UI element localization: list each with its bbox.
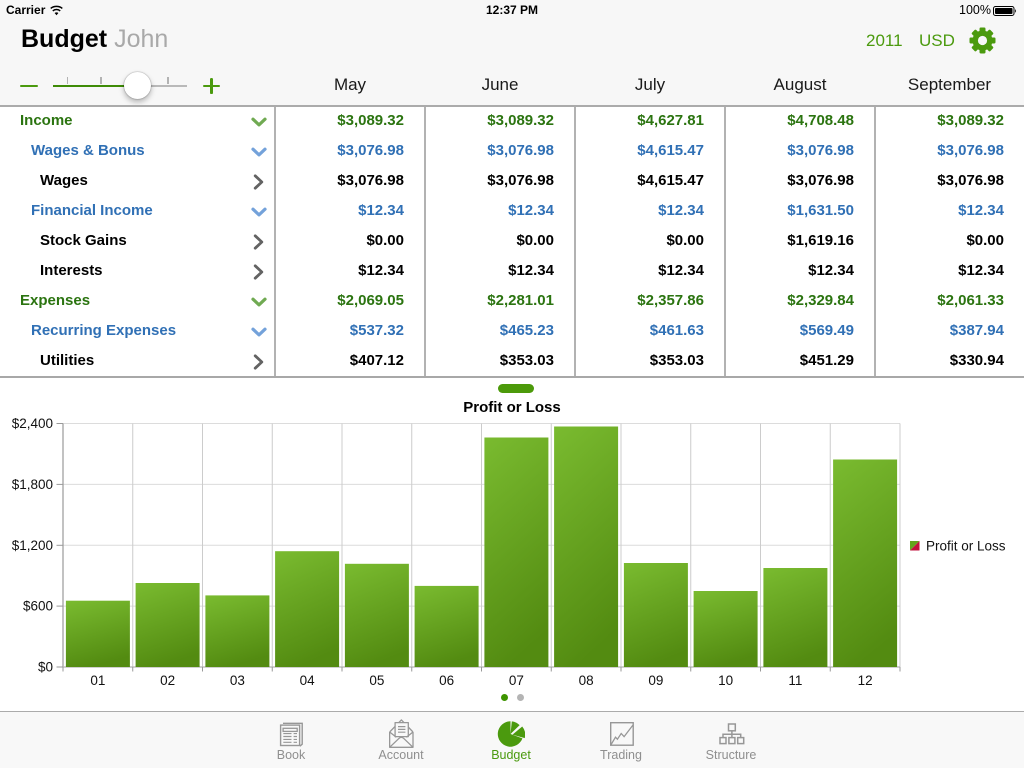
svg-text:05: 05	[369, 673, 384, 688]
svg-text:Profit or Loss: Profit or Loss	[926, 539, 1006, 554]
svg-text:02: 02	[160, 673, 175, 688]
svg-text:10: 10	[718, 673, 733, 688]
svg-text:$600: $600	[23, 599, 53, 614]
svg-text:$2,400: $2,400	[12, 416, 53, 431]
svg-text:09: 09	[648, 673, 663, 688]
svg-text:06: 06	[439, 673, 454, 688]
svg-text:08: 08	[579, 673, 594, 688]
svg-text:$1,800: $1,800	[12, 477, 53, 492]
svg-text:$0: $0	[38, 660, 53, 675]
svg-text:$1,200: $1,200	[12, 538, 53, 553]
svg-text:01: 01	[90, 673, 105, 688]
svg-text:07: 07	[509, 673, 524, 688]
svg-text:04: 04	[300, 673, 316, 688]
svg-text:03: 03	[230, 673, 245, 688]
svg-text:12: 12	[858, 673, 873, 688]
svg-text:11: 11	[788, 673, 802, 688]
